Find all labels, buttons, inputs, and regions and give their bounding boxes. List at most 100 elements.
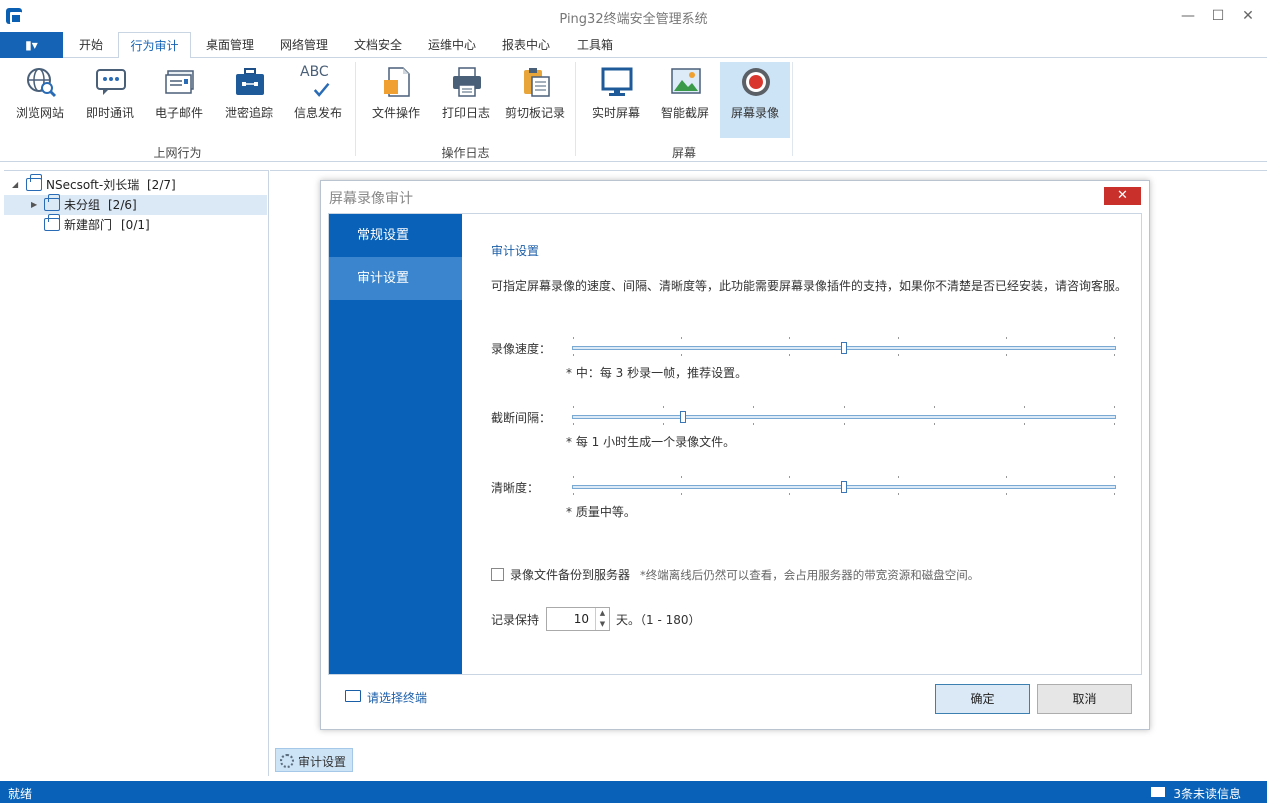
select-terminal-label[interactable]: 请选择终端 bbox=[367, 689, 427, 706]
audit-settings-tab[interactable]: 审计设置 bbox=[275, 748, 353, 772]
collapse-arrow-icon[interactable]: ◢ bbox=[12, 175, 18, 195]
instant-messaging-icon bbox=[96, 69, 126, 95]
backup-to-server-note: *终端离线后仍然可以查看，会占用服务器的带宽资源和磁盘空间。 bbox=[640, 568, 980, 582]
tab-document-security[interactable]: 文档安全 bbox=[341, 32, 415, 58]
slider-tick bbox=[844, 406, 845, 408]
unread-messages-label: 3条未读信息 bbox=[1173, 787, 1241, 801]
tab-toolbox[interactable]: 工具箱 bbox=[563, 32, 627, 58]
maximize-button[interactable]: ☐ bbox=[1204, 6, 1232, 26]
tab-network-management[interactable]: 网络管理 bbox=[267, 32, 341, 58]
slider-tick bbox=[681, 493, 682, 495]
realtime-screen-button[interactable]: 实时屏幕 bbox=[581, 62, 651, 138]
status-bar: 就绪 3条未读信息 bbox=[0, 781, 1267, 803]
title-bar: Ping32终端安全管理系统 — ☐ ✕ bbox=[0, 0, 1267, 32]
keep-days-value[interactable]: 10 bbox=[574, 612, 589, 626]
ribbon-divider bbox=[575, 62, 576, 156]
group-label-operation-log: 操作日志 bbox=[441, 146, 490, 160]
sidebar-item-audit-settings[interactable]: 审计设置 bbox=[329, 257, 462, 300]
slider-thumb[interactable] bbox=[680, 411, 686, 423]
clarity-slider[interactable] bbox=[572, 476, 1116, 495]
expand-arrow-icon[interactable]: ▶ bbox=[31, 195, 37, 215]
slider-thumb[interactable] bbox=[841, 342, 847, 354]
smart-screenshot-button[interactable]: 智能截屏 bbox=[650, 62, 720, 138]
stepper-arrows-icon[interactable]: ▲ ▼ bbox=[595, 608, 609, 630]
section-description: 可指定屏幕录像的速度、间隔、清晰度等，此功能需要屏幕录像插件的支持，如果你不清楚… bbox=[491, 279, 1128, 293]
info-publish-button[interactable]: ABC 信息发布 bbox=[283, 62, 353, 138]
browse-web-label: 浏览网站 bbox=[15, 106, 64, 120]
slider-tick bbox=[1114, 476, 1115, 478]
slider-tick bbox=[898, 476, 899, 478]
computer-group-icon bbox=[44, 214, 60, 231]
slider-tick bbox=[898, 493, 899, 495]
clarity-label: 清晰度： bbox=[491, 481, 540, 495]
slider-tick bbox=[934, 423, 935, 425]
slider-tick bbox=[898, 354, 899, 356]
computer-group-icon bbox=[26, 174, 42, 191]
instant-messaging-button[interactable]: 即时通讯 bbox=[75, 62, 145, 138]
abc-icon-text: ABC bbox=[300, 64, 329, 80]
smart-screenshot-label: 智能截屏 bbox=[660, 106, 709, 120]
backup-to-server-checkbox[interactable] bbox=[491, 568, 504, 581]
clipboard-button[interactable]: 剪切板记录 bbox=[500, 62, 570, 138]
tab-ops-center[interactable]: 运维中心 bbox=[415, 32, 489, 58]
print-log-icon bbox=[453, 67, 481, 97]
slider-tick bbox=[1006, 476, 1007, 478]
tab-desktop-management[interactable]: 桌面管理 bbox=[193, 32, 267, 58]
email-button[interactable]: 电子邮件 bbox=[144, 62, 214, 138]
slider-tick bbox=[573, 406, 574, 408]
tree-node-root[interactable]: ◢ NSecsoft-刘长瑞 [2/7] bbox=[4, 174, 267, 195]
sidebar-item-general-settings[interactable]: 常规设置 bbox=[329, 214, 462, 257]
slider-tick bbox=[573, 493, 574, 495]
minimize-button[interactable]: — bbox=[1174, 6, 1202, 26]
realtime-screen-icon bbox=[601, 67, 633, 96]
cut-interval-slider[interactable] bbox=[572, 406, 1116, 425]
tree-node-label: NSecsoft-刘长瑞 bbox=[46, 178, 140, 192]
slider-thumb[interactable] bbox=[841, 481, 847, 493]
group-label-web-behavior: 上网行为 bbox=[153, 146, 202, 160]
browse-web-button[interactable]: 浏览网站 bbox=[5, 62, 75, 138]
file-operation-icon bbox=[384, 67, 410, 97]
realtime-screen-label: 实时屏幕 bbox=[591, 106, 640, 120]
backup-to-server-label[interactable]: 录像文件备份到服务器 bbox=[510, 566, 630, 583]
audit-settings-tab-label: 审计设置 bbox=[298, 755, 347, 769]
print-log-label: 打印日志 bbox=[441, 106, 490, 120]
slider-tick bbox=[1114, 423, 1115, 425]
cut-interval-note: * 每 1 小时生成一个录像文件。 bbox=[566, 435, 736, 449]
cut-interval-label: 截断间隔： bbox=[491, 411, 552, 425]
ok-button[interactable]: 确定 bbox=[935, 684, 1030, 714]
group-label-screen: 屏幕 bbox=[671, 146, 696, 160]
file-operation-button[interactable]: 文件操作 bbox=[361, 62, 431, 138]
screen-record-icon bbox=[742, 68, 770, 96]
slider-tick bbox=[1114, 493, 1115, 495]
window-title: Ping32终端安全管理系统 bbox=[559, 12, 708, 27]
screen-record-button[interactable]: 屏幕录像 bbox=[720, 62, 790, 138]
slider-tick bbox=[663, 406, 664, 408]
print-log-button[interactable]: 打印日志 bbox=[431, 62, 501, 138]
slider-tick bbox=[573, 423, 574, 425]
tree-node-ungrouped[interactable]: ▶ 未分组 [2/6] bbox=[4, 194, 267, 215]
dialog-close-button[interactable]: ✕ bbox=[1104, 187, 1141, 205]
slider-tick bbox=[789, 354, 790, 356]
keep-days-stepper[interactable]: 10 ▲ ▼ bbox=[546, 607, 610, 631]
slider-tick bbox=[681, 337, 682, 339]
tab-report-center[interactable]: 报表中心 bbox=[489, 32, 563, 58]
tab-start[interactable]: 开始 bbox=[66, 32, 116, 58]
keep-days-unit: 天。（1 - 180） bbox=[616, 613, 701, 627]
close-window-button[interactable]: ✕ bbox=[1234, 6, 1262, 26]
keep-days-label: 记录保持 bbox=[491, 613, 540, 627]
dialog-content: 审计设置 可指定屏幕录像的速度、间隔、清晰度等，此功能需要屏幕录像插件的支持，如… bbox=[462, 214, 1141, 674]
instant-messaging-label: 即时通讯 bbox=[85, 106, 134, 120]
leak-tracking-button[interactable]: 泄密追踪 bbox=[214, 62, 284, 138]
cancel-button[interactable]: 取消 bbox=[1037, 684, 1132, 714]
slider-tick bbox=[1114, 354, 1115, 356]
slider-tick bbox=[753, 423, 754, 425]
tab-behavior-audit[interactable]: 行为审计 bbox=[118, 32, 191, 59]
tree-node-new-department[interactable]: 新建部门 [0/1] bbox=[4, 214, 267, 235]
record-speed-slider[interactable] bbox=[572, 337, 1116, 356]
unread-messages[interactable]: 3条未读信息 bbox=[1151, 785, 1241, 802]
slider-tick bbox=[573, 476, 574, 478]
app-menu-button[interactable]: ▮▾ bbox=[0, 32, 63, 58]
monitor-icon bbox=[345, 690, 361, 702]
slider-tick bbox=[1006, 337, 1007, 339]
slider-tick bbox=[934, 406, 935, 408]
